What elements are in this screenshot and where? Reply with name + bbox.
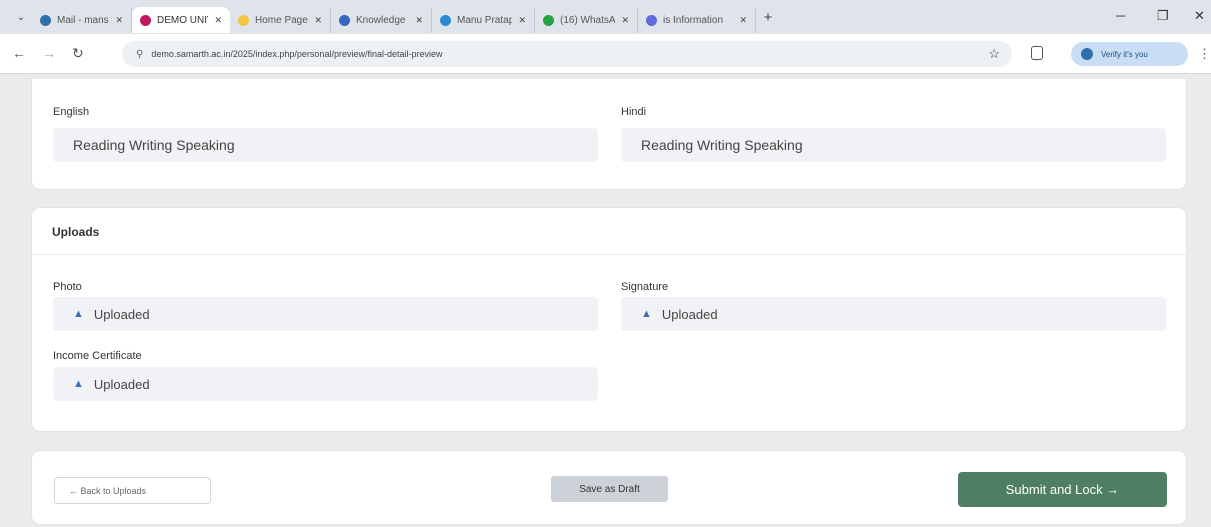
close-window-icon[interactable]: ✕ xyxy=(1194,8,1205,24)
tab-label: Knowledge xyxy=(356,14,406,26)
photo-status: Uploaded xyxy=(93,306,150,322)
tab-close-icon[interactable]: ✕ xyxy=(115,15,123,26)
tab-label: Manu Pratap xyxy=(457,14,513,26)
tab-favicon-icon xyxy=(238,14,249,26)
tab-close-icon[interactable]: ✕ xyxy=(518,15,526,26)
section-divider xyxy=(32,254,1186,255)
upload-icon: ▲ xyxy=(73,378,84,390)
signature-status-field: ▲ Uploaded xyxy=(621,297,1166,331)
address-bar[interactable]: ⚲ demo.samarth.ac.in/2025/index.php/pers… xyxy=(122,41,1012,67)
url-text: demo.samarth.ac.in/2025/index.php/person… xyxy=(151,49,443,59)
uploads-title: Uploads xyxy=(52,225,100,239)
income-certificate-status: Uploaded xyxy=(93,376,150,392)
language-card: English Reading Writing Speaking Hindi R… xyxy=(31,79,1187,190)
tab-label: DEMO UNIVI xyxy=(157,14,208,26)
signature-status: Uploaded xyxy=(661,306,718,322)
tab-label: is Information xyxy=(663,14,724,26)
tab-close-icon[interactable]: ✕ xyxy=(214,15,222,26)
browser-menu-icon[interactable]: ⋮ xyxy=(1198,46,1211,62)
tab-favicon-icon xyxy=(440,14,451,26)
english-field: Reading Writing Speaking xyxy=(53,128,598,162)
back-arrow-icon[interactable]: ← xyxy=(12,45,26,61)
browser-tab[interactable]: DEMO UNIVI ✕ xyxy=(132,7,230,33)
tab-favicon-icon xyxy=(646,14,657,26)
hindi-field: Reading Writing Speaking xyxy=(621,128,1166,162)
signature-label: Signature xyxy=(621,281,669,293)
maximize-icon[interactable]: ❐ xyxy=(1157,8,1169,24)
tab-favicon-icon xyxy=(543,14,554,26)
forward-arrow-icon[interactable]: → xyxy=(42,45,56,61)
tab-label: (16) WhatsApp xyxy=(560,14,616,26)
profile-label: Verify it's you xyxy=(1101,49,1148,59)
site-info-icon[interactable]: ⚲ xyxy=(136,49,143,60)
photo-label: Photo xyxy=(53,281,82,293)
reload-icon[interactable]: ↻ xyxy=(72,45,84,62)
minimize-icon[interactable]: ─ xyxy=(1116,8,1125,23)
bookmark-star-icon[interactable]: ☆ xyxy=(988,46,1000,62)
browser-tab[interactable]: Mail - mans ✕ xyxy=(32,7,132,33)
back-to-uploads-button[interactable]: ← Back to Uploads xyxy=(54,477,211,504)
profile-button[interactable]: Verify it's you xyxy=(1071,42,1188,66)
tab-favicon-icon xyxy=(140,14,151,26)
tab-close-icon[interactable]: ✕ xyxy=(621,15,629,26)
uploads-card: Uploads Photo ▲ Uploaded Signature ▲ Upl… xyxy=(31,207,1187,432)
profile-avatar-icon xyxy=(1081,48,1093,60)
tab-favicon-icon xyxy=(339,14,350,26)
tab-close-icon[interactable]: ✕ xyxy=(314,15,322,26)
upload-icon: ▲ xyxy=(73,308,84,320)
tab-label: Home Page xyxy=(255,14,308,26)
hindi-label: Hindi xyxy=(621,106,647,118)
browser-tab[interactable]: Knowledge ✕ xyxy=(331,7,432,33)
tab-favicon-icon xyxy=(40,14,51,26)
new-tab-button[interactable]: + xyxy=(756,9,780,26)
page-content: English Reading Writing Speaking Hindi R… xyxy=(0,75,1211,527)
upload-icon: ▲ xyxy=(641,308,652,320)
extensions-icon[interactable] xyxy=(1031,46,1043,60)
income-certificate-status-field: ▲ Uploaded xyxy=(53,367,598,401)
tab-close-icon[interactable]: ✕ xyxy=(415,15,423,26)
browser-tab-strip: ⌄ Mail - mans✕DEMO UNIVI✕Home Page✕Knowl… xyxy=(0,0,1211,34)
tab-label: Mail - mans xyxy=(57,14,109,26)
browser-tab[interactable]: (16) WhatsApp ✕ xyxy=(535,7,638,33)
browser-tab[interactable]: Home Page ✕ xyxy=(230,7,331,33)
tab-search-chevron-icon[interactable]: ⌄ xyxy=(10,6,32,28)
photo-status-field: ▲ Uploaded xyxy=(53,297,598,331)
actions-card: ← Back to Uploads Save as Draft Submit a… xyxy=(31,450,1187,525)
income-certificate-label: Income Certificate xyxy=(53,350,142,362)
save-as-draft-button[interactable]: Save as Draft xyxy=(551,476,668,502)
browser-tab[interactable]: is Information ✕ xyxy=(638,7,756,33)
browser-tab[interactable]: Manu Pratap ✕ xyxy=(432,7,535,33)
english-label: English xyxy=(53,106,90,118)
browser-toolbar: ← → ↻ ⚲ demo.samarth.ac.in/2025/index.ph… xyxy=(0,34,1211,74)
submit-and-lock-button[interactable]: Submit and Lock → xyxy=(958,472,1167,507)
tab-close-icon[interactable]: ✕ xyxy=(739,15,747,26)
